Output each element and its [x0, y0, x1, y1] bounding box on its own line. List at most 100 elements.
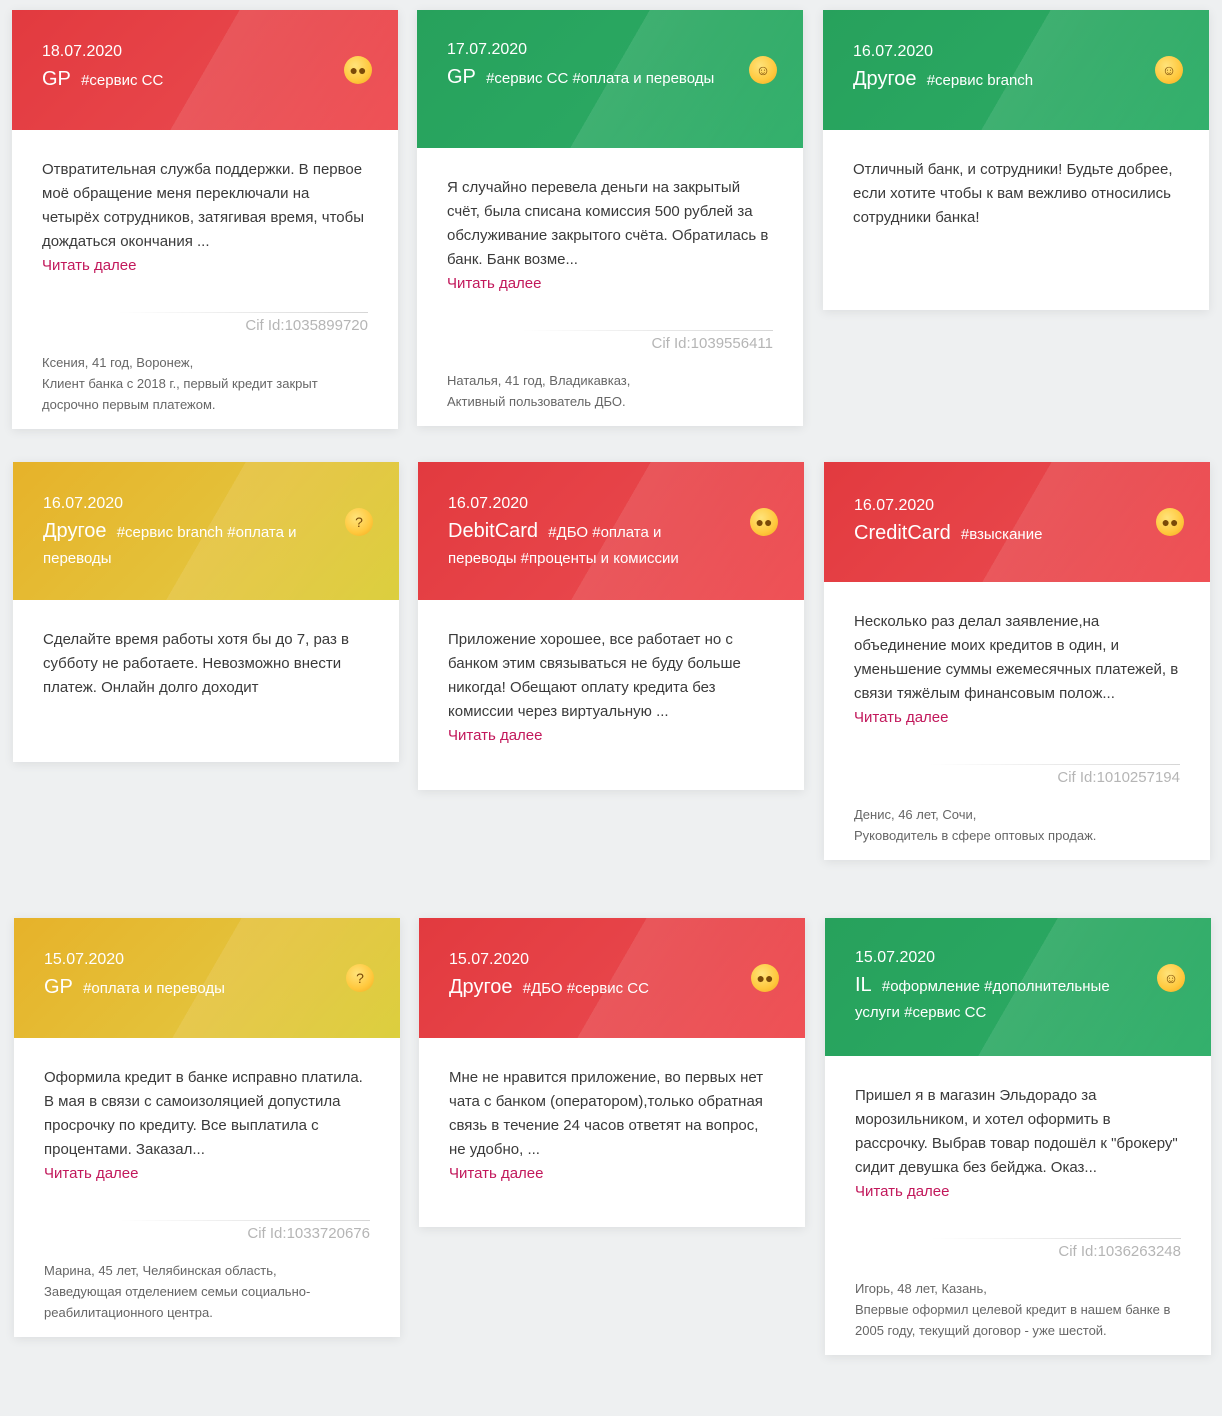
- review-text: Отвратительная служба поддержки. В перво…: [42, 161, 365, 250]
- card-header: 15.07.2020 Другое #ДБО #сервис CC ●●: [419, 918, 805, 1038]
- thinking-face-icon: ?: [346, 964, 374, 992]
- review-tags: #сервис branch: [926, 72, 1034, 89]
- author-info: Марина, 45 лет, Челябинская область, Зав…: [44, 1260, 370, 1337]
- review-tags: #оформление #дополнительные услуги #серв…: [855, 978, 1110, 1021]
- read-more-link[interactable]: Читать далее: [448, 724, 774, 748]
- card-body: Оформила кредит в банке исправно платила…: [14, 1038, 400, 1337]
- review-text: Отличный банк, и сотрудники! Будьте добр…: [853, 161, 1173, 226]
- card-header: 15.07.2020 IL #оформление #дополнительны…: [825, 918, 1211, 1056]
- review-tags: #сервис CC: [81, 72, 164, 89]
- card-body: Сделайте время работы хотя бы до 7, раз …: [13, 600, 399, 700]
- divider: [930, 764, 1180, 765]
- angry-face-icon: ●●: [1156, 508, 1184, 536]
- card-header: 17.07.2020 GP #сервис CC #оплата и перев…: [417, 10, 803, 148]
- cif-id: Cif Id:1033720676: [247, 1225, 370, 1242]
- review-category: Другое: [43, 520, 107, 542]
- card-header: 18.07.2020 GP #сервис CC ●●: [12, 10, 398, 130]
- review-text: Сделайте время работы хотя бы до 7, раз …: [43, 631, 349, 696]
- cif-id: Cif Id:1035899720: [245, 317, 368, 334]
- divider: [118, 312, 368, 313]
- read-more-link[interactable]: Читать далее: [855, 1180, 1181, 1204]
- author-name: Игорь, 48 лет, Казань,: [855, 1281, 987, 1296]
- review-text: Оформила кредит в банке исправно платила…: [44, 1069, 363, 1158]
- card-body: Мне не нравится приложение, во первых не…: [419, 1038, 805, 1186]
- smiling-face-icon: ☺: [749, 56, 777, 84]
- author-name: Ксения, 41 год, Воронеж,: [42, 355, 194, 370]
- review-tags: #сервис CC #оплата и переводы: [486, 70, 715, 87]
- author-description: Заведующая отделением семьи социально-ре…: [44, 1284, 311, 1320]
- review-category: GP: [447, 66, 476, 88]
- author-info: Ксения, 41 год, Воронеж, Клиент банка с …: [42, 352, 368, 429]
- author-info: Денис, 46 лет, Сочи, Руководитель в сфер…: [854, 804, 1180, 860]
- author-description: Руководитель в сфере оптовых продаж.: [854, 828, 1097, 843]
- review-card: 15.07.2020 GP #оплата и переводы ? Оформ…: [14, 918, 400, 1337]
- card-body: Отвратительная служба поддержки. В перво…: [12, 130, 398, 429]
- review-card: 15.07.2020 IL #оформление #дополнительны…: [825, 918, 1211, 1355]
- review-card: 15.07.2020 Другое #ДБО #сервис CC ●● Мне…: [419, 918, 805, 1227]
- read-more-link[interactable]: Читать далее: [44, 1162, 370, 1186]
- cif-id: Cif Id:1039556411: [651, 335, 774, 352]
- review-text: Мне не нравится приложение, во первых не…: [449, 1069, 764, 1158]
- review-title: GP #оплата и переводы: [44, 974, 330, 1002]
- review-category: CreditCard: [854, 522, 951, 544]
- review-card: 16.07.2020 DebitCard #ДБО #оплата и пере…: [418, 462, 804, 790]
- smiling-face-icon: ☺: [1157, 964, 1185, 992]
- divider: [523, 330, 773, 331]
- review-card: 16.07.2020 Другое #сервис branch ☺ Отлич…: [823, 10, 1209, 310]
- author-description: Клиент банка с 2018 г., первый кредит за…: [42, 376, 318, 412]
- review-tags: #ДБО #сервис CC: [522, 980, 649, 997]
- angry-face-icon: ●●: [750, 508, 778, 536]
- review-text: Я случайно перевела деньги на закрытый с…: [447, 179, 769, 268]
- review-date: 16.07.2020: [854, 497, 935, 514]
- review-title: Другое #сервис branch: [853, 66, 1139, 94]
- divider: [120, 1220, 370, 1221]
- card-header: 16.07.2020 Другое #сервис branch ☺: [823, 10, 1209, 130]
- divider: [931, 1238, 1181, 1239]
- card-body: Пришел я в магазин Эльдорадо за морозиль…: [825, 1056, 1211, 1355]
- author-info: Игорь, 48 лет, Казань, Впервые оформил ц…: [855, 1278, 1181, 1355]
- author-description: Впервые оформил целевой кредит в нашем б…: [855, 1302, 1171, 1338]
- card-header: 16.07.2020 DebitCard #ДБО #оплата и пере…: [418, 462, 804, 600]
- thinking-face-icon: ?: [345, 508, 373, 536]
- review-title: CreditCard #взыскание: [854, 520, 1140, 548]
- review-title: GP #сервис CC #оплата и переводы: [447, 64, 733, 92]
- review-title: Другое #сервис branch #оплата и переводы: [43, 518, 329, 572]
- read-more-link[interactable]: Читать далее: [449, 1162, 775, 1186]
- review-date: 17.07.2020: [447, 41, 528, 58]
- review-date: 16.07.2020: [43, 495, 124, 512]
- card-header: 16.07.2020 CreditCard #взыскание ●●: [824, 462, 1210, 582]
- review-title: DebitCard #ДБО #оплата и переводы #проце…: [448, 518, 734, 572]
- review-tags: #оплата и переводы: [83, 980, 225, 997]
- review-date: 16.07.2020: [853, 43, 934, 60]
- author-name: Марина, 45 лет, Челябинская область,: [44, 1263, 277, 1278]
- card-body: Отличный банк, и сотрудники! Будьте добр…: [823, 130, 1209, 230]
- author-info: Наталья, 41 год, Владикавказ, Активный п…: [447, 370, 773, 426]
- author-name: Денис, 46 лет, Сочи,: [854, 807, 977, 822]
- review-category: GP: [44, 976, 73, 998]
- cif-id: Cif Id:1010257194: [1057, 769, 1180, 786]
- card-header: 15.07.2020 GP #оплата и переводы ?: [14, 918, 400, 1038]
- review-date: 15.07.2020: [855, 949, 936, 966]
- author-name: Наталья, 41 год, Владикавказ,: [447, 373, 631, 388]
- review-card: 18.07.2020 GP #сервис CC ●● Отвратительн…: [12, 10, 398, 429]
- card-header: 16.07.2020 Другое #сервис branch #оплата…: [13, 462, 399, 600]
- review-text: Несколько раз делал заявление,на объедин…: [854, 613, 1179, 702]
- angry-face-icon: ●●: [344, 56, 372, 84]
- author-description: Активный пользователь ДБО.: [447, 394, 626, 409]
- read-more-link[interactable]: Читать далее: [854, 706, 1180, 730]
- review-card: 16.07.2020 Другое #сервис branch #оплата…: [13, 462, 399, 762]
- read-more-link[interactable]: Читать далее: [42, 254, 368, 278]
- card-body: Приложение хорошее, все работает но с ба…: [418, 600, 804, 748]
- angry-face-icon: ●●: [751, 964, 779, 992]
- review-category: IL: [855, 974, 872, 996]
- review-category: Другое: [449, 976, 513, 998]
- smiling-face-icon: ☺: [1155, 56, 1183, 84]
- review-title: Другое #ДБО #сервис CC: [449, 974, 735, 1002]
- cif-id: Cif Id:1036263248: [1058, 1243, 1181, 1260]
- review-title: GP #сервис CC: [42, 66, 328, 94]
- review-date: 15.07.2020: [449, 951, 530, 968]
- review-date: 16.07.2020: [448, 495, 529, 512]
- review-tags: #взыскание: [960, 526, 1043, 543]
- review-category: GP: [42, 68, 71, 90]
- read-more-link[interactable]: Читать далее: [447, 272, 773, 296]
